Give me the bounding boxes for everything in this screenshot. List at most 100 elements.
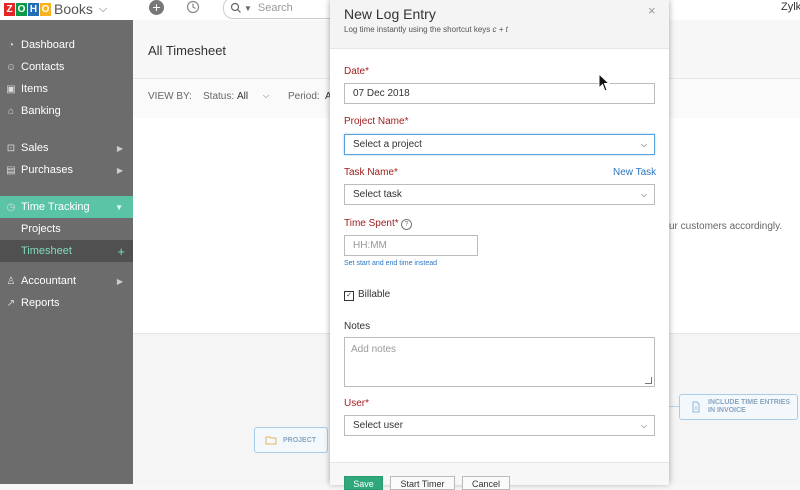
modal-subtitle-text: Log time instantly using the shortcut ke… xyxy=(344,25,491,34)
date-label: Date* xyxy=(344,66,370,77)
date-value: 07 Dec 2018 xyxy=(353,88,410,99)
user-org-name[interactable]: Zylk xyxy=(781,1,800,13)
notes-label: Notes xyxy=(344,321,371,332)
period-filter-label: Period: xyxy=(288,91,320,102)
sidebar-item-reports[interactable]: ↗ Reports xyxy=(0,292,133,314)
sidebar-item-label: Projects xyxy=(21,223,61,235)
chevron-down-icon: ⌵ xyxy=(640,139,647,149)
sidebar: ◔ Dashboard ☺ Contacts ▣ Items ⌂ Banking… xyxy=(0,20,133,484)
sidebar-item-time-tracking[interactable]: ◷ Time Tracking ▼ xyxy=(0,196,133,218)
expand-arrow-icon: ▶ xyxy=(116,165,123,175)
sidebar-item-label: Time Tracking xyxy=(21,201,90,213)
sidebar-item-label: Accountant xyxy=(21,275,77,287)
task-select[interactable]: Select task ⌵ xyxy=(344,184,655,205)
dashboard-icon: ◔ xyxy=(7,39,15,51)
flow-step-project: PROJECT xyxy=(254,427,328,453)
chevron-down-icon[interactable]: ⌵ xyxy=(99,3,107,16)
sidebar-item-contacts[interactable]: ☺ Contacts xyxy=(0,56,133,78)
chevron-down-icon[interactable]: ⌵ xyxy=(263,91,269,101)
sales-icon: ⊡ xyxy=(6,142,16,154)
notes-placeholder: Add notes xyxy=(351,344,397,355)
flow-step-label: PROJECT xyxy=(283,436,317,444)
modal-header: New Log Entry Log time instantly using t… xyxy=(330,0,669,49)
sidebar-item-label: Contacts xyxy=(21,61,65,73)
logo-tiles: Z O H O xyxy=(4,2,51,16)
set-start-end-time-link[interactable]: Set start and end time instead xyxy=(344,260,437,267)
clock-icon: ◷ xyxy=(6,201,16,213)
global-search-box[interactable]: ▼ Search xyxy=(223,0,345,19)
purchases-icon: ▤ xyxy=(6,164,16,176)
modal-title: New Log Entry xyxy=(344,6,436,22)
sidebar-item-projects[interactable]: Projects xyxy=(0,218,133,240)
status-filter-value[interactable]: All xyxy=(237,91,248,102)
sidebar-item-label: Reports xyxy=(21,297,60,309)
quick-create-plus-icon[interactable]: + xyxy=(149,0,164,15)
sidebar-item-dashboard[interactable]: ◔ Dashboard xyxy=(0,34,133,56)
add-timesheet-plus-icon[interactable]: + xyxy=(117,244,125,259)
search-input[interactable]: Search xyxy=(258,2,293,14)
save-button[interactable]: Save xyxy=(344,476,383,490)
billable-label: Billable xyxy=(358,289,391,300)
invoice-document-icon xyxy=(692,401,700,413)
flow-label-line: INCLUDE TIME ENTRIES xyxy=(708,399,791,406)
resize-handle-icon[interactable] xyxy=(645,377,652,384)
mouse-pointer-icon xyxy=(598,73,610,92)
sidebar-item-items[interactable]: ▣ Items xyxy=(0,78,133,100)
chevron-down-icon: ⌵ xyxy=(640,420,647,430)
user-select[interactable]: Select user ⌵ xyxy=(344,415,655,436)
expand-arrow-icon: ▶ xyxy=(116,143,123,153)
flow-label-line: IN INVOICE xyxy=(708,407,746,414)
user-label: User* xyxy=(344,398,370,409)
contacts-icon: ☺ xyxy=(5,61,17,73)
expand-arrow-icon: ▶ xyxy=(116,276,123,286)
task-name-label: Task Name* xyxy=(344,167,398,178)
logo-books-text: Books xyxy=(54,1,93,17)
sidebar-item-sales[interactable]: ⊡ Sales ▶ xyxy=(0,137,133,159)
sidebar-item-timesheet[interactable]: Timesheet + xyxy=(0,240,133,262)
sidebar-item-accountant[interactable]: ♙ Accountant ▶ xyxy=(0,270,133,292)
accountant-icon: ♙ xyxy=(6,275,16,287)
banking-icon: ⌂ xyxy=(7,105,15,117)
zoho-books-logo[interactable]: Z O H O Books ⌵ xyxy=(4,0,107,18)
sidebar-item-label: Timesheet xyxy=(21,245,72,257)
close-icon[interactable]: × xyxy=(648,3,656,18)
sidebar-item-label: Banking xyxy=(21,105,61,117)
user-select-value: Select user xyxy=(353,420,404,431)
sidebar-item-purchases[interactable]: ▤ Purchases ▶ xyxy=(0,159,133,181)
new-log-entry-modal: New Log Entry Log time instantly using t… xyxy=(330,0,669,485)
sidebar-item-label: Items xyxy=(21,83,48,95)
logo-letter: O xyxy=(16,2,27,16)
sidebar-item-label: Dashboard xyxy=(21,39,75,51)
new-task-link[interactable]: New Task xyxy=(613,167,656,178)
recent-history-icon[interactable] xyxy=(186,0,200,14)
folder-icon xyxy=(265,436,277,445)
start-timer-button[interactable]: Start Timer xyxy=(390,476,455,490)
project-name-label: Project Name* xyxy=(344,116,409,127)
shortcut-keys: c + t xyxy=(492,25,508,34)
reports-icon: ↗ xyxy=(6,297,16,309)
search-icon xyxy=(230,2,241,13)
modal-subtitle: Log time instantly using the shortcut ke… xyxy=(344,25,508,34)
time-spent-placeholder: HH:MM xyxy=(353,240,387,251)
logo-letter: H xyxy=(28,2,39,16)
billable-checkbox[interactable]: ✓ xyxy=(344,291,354,301)
cancel-button[interactable]: Cancel xyxy=(462,476,510,490)
time-spent-input[interactable]: HH:MM xyxy=(344,235,478,256)
sidebar-item-label: Purchases xyxy=(21,164,73,176)
time-spent-label: Time Spent* xyxy=(344,218,399,229)
collapse-arrow-icon: ▼ xyxy=(115,202,123,212)
status-filter-label: Status: xyxy=(203,91,235,102)
flow-step-label: INCLUDE TIME ENTRIES IN INVOICE xyxy=(708,399,790,415)
notes-textarea[interactable]: Add notes xyxy=(344,337,655,387)
task-select-value: Select task xyxy=(353,189,402,200)
empty-state-description: ur customers accordingly. xyxy=(669,221,783,232)
project-select[interactable]: Select a project ⌵ xyxy=(344,134,655,155)
search-filter-caret-icon[interactable]: ▼ xyxy=(244,4,252,13)
logo-letter: O xyxy=(40,2,51,16)
sidebar-item-banking[interactable]: ⌂ Banking xyxy=(0,100,133,122)
help-question-icon[interactable]: ? xyxy=(401,219,412,230)
flow-step-include-invoice: INCLUDE TIME ENTRIES IN INVOICE xyxy=(679,394,798,420)
items-icon: ▣ xyxy=(6,83,16,95)
logo-letter: Z xyxy=(4,2,15,16)
project-select-value: Select a project xyxy=(353,139,422,150)
